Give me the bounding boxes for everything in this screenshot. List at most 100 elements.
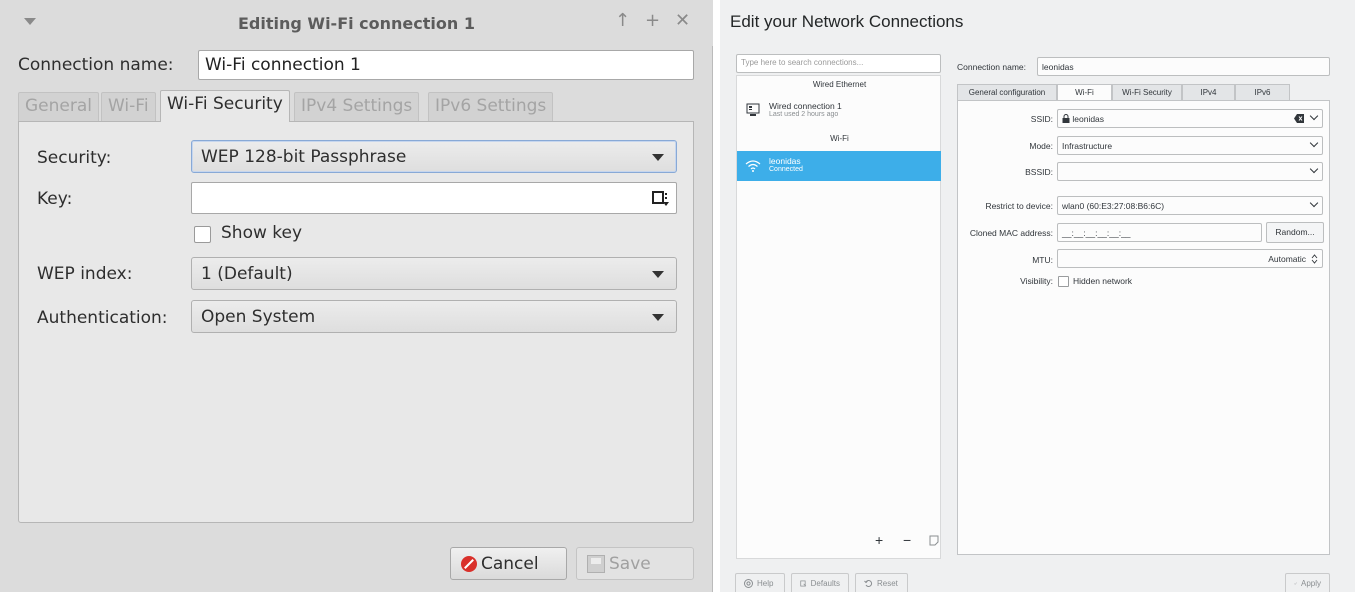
mtu-value: Automatic bbox=[1268, 254, 1306, 264]
restrict-device-combo[interactable]: wlan0 (60:E3:27:08:B6:6C) bbox=[1057, 196, 1323, 215]
cancel-button[interactable]: Cancel bbox=[450, 547, 567, 580]
help-label: Help bbox=[757, 579, 774, 588]
connection-status: Last used 2 hours ago bbox=[769, 111, 839, 118]
remove-connection-button[interactable]: − bbox=[903, 532, 911, 548]
kde-connections-window: Edit your Network Connections Type here … bbox=[720, 0, 1355, 592]
save-button[interactable]: Save bbox=[576, 547, 694, 580]
authentication-combo[interactable]: Open System bbox=[191, 300, 677, 333]
authentication-label: Authentication: bbox=[37, 308, 168, 328]
bssid-combo[interactable] bbox=[1057, 162, 1323, 181]
hidden-network-checkbox[interactable] bbox=[1058, 276, 1069, 287]
defaults-icon bbox=[800, 580, 807, 587]
key-label: Key: bbox=[37, 189, 73, 209]
lock-icon bbox=[1062, 114, 1070, 123]
cloned-mac-field[interactable]: __:__:__:__:__:__ bbox=[1057, 223, 1262, 242]
ssid-label: SSID: bbox=[1030, 114, 1053, 124]
cloned-mac-label: Cloned MAC address: bbox=[969, 228, 1053, 238]
connection-name-label: Connection name: bbox=[957, 62, 1026, 72]
chevron-down-icon bbox=[1309, 138, 1319, 148]
key-input[interactable] bbox=[191, 182, 677, 214]
spin-arrows-icon[interactable] bbox=[1311, 254, 1318, 264]
tab-wifi-security[interactable]: Wi-Fi Security bbox=[1112, 84, 1182, 101]
tab-wifi[interactable]: Wi-Fi bbox=[1057, 84, 1112, 101]
show-key-label: Show key bbox=[221, 223, 303, 243]
dropdown-arrow-icon bbox=[652, 154, 664, 161]
ssid-combo[interactable]: leonidas bbox=[1057, 109, 1323, 128]
tab-general[interactable]: General bbox=[18, 92, 99, 122]
mode-combo[interactable]: Infrastructure bbox=[1057, 136, 1323, 155]
security-combo-value: WEP 128-bit Passphrase bbox=[201, 147, 407, 167]
connection-name-input[interactable] bbox=[198, 50, 694, 80]
maximize-plus-icon[interactable]: + bbox=[645, 10, 660, 32]
tab-ipv4[interactable]: IPv4 bbox=[1182, 84, 1235, 101]
tab-ipv4-settings[interactable]: IPv4 Settings bbox=[294, 92, 420, 122]
bssid-label: BSSID: bbox=[1025, 167, 1053, 177]
save-button-label: Save bbox=[609, 553, 651, 574]
random-mac-button[interactable]: Random... bbox=[1266, 222, 1324, 243]
wired-icon bbox=[746, 103, 760, 116]
restrict-device-label: Restrict to device: bbox=[985, 201, 1053, 211]
help-icon bbox=[744, 579, 753, 588]
shade-up-icon[interactable]: ↑ bbox=[615, 10, 630, 32]
list-item-wired-connection[interactable]: Wired connection 1 Last used 2 hours ago bbox=[737, 96, 941, 126]
mode-value: Infrastructure bbox=[1062, 141, 1113, 151]
reset-icon bbox=[864, 580, 873, 587]
gtk-titlebar: Editing Wi-Fi connection 1 ↑ + ✕ bbox=[0, 0, 713, 46]
section-wired-ethernet: Wired Ethernet bbox=[812, 80, 867, 89]
defaults-label: Defaults bbox=[810, 579, 840, 588]
connection-list: Wired Ethernet Wired connection 1 Last u… bbox=[736, 75, 941, 559]
kde-window-title: Edit your Network Connections bbox=[730, 12, 964, 31]
gtk-dialog-window: Editing Wi-Fi connection 1 ↑ + ✕ Connect… bbox=[0, 0, 713, 592]
help-button[interactable]: Help bbox=[735, 573, 785, 592]
defaults-button[interactable]: Defaults bbox=[791, 573, 849, 592]
close-icon[interactable]: ✕ bbox=[675, 10, 690, 32]
tab-ipv6[interactable]: IPv6 bbox=[1235, 84, 1290, 101]
cancel-icon bbox=[461, 555, 477, 572]
wifi-tab-panel: SSID: leonidas Mode: Infrastructure BSSI… bbox=[957, 100, 1330, 555]
chevron-down-icon bbox=[1309, 111, 1319, 121]
wep-index-value: 1 (Default) bbox=[201, 264, 293, 284]
apply-button[interactable]: Apply bbox=[1285, 573, 1330, 592]
dropdown-arrow-icon bbox=[652, 271, 664, 278]
connection-name: leonidas bbox=[769, 156, 801, 166]
check-icon bbox=[1294, 582, 1297, 585]
mtu-label: MTU: bbox=[1032, 255, 1053, 265]
tab-general-configuration[interactable]: General configuration bbox=[957, 84, 1057, 101]
dropdown-arrow-icon bbox=[652, 314, 664, 321]
connection-name-field[interactable]: leonidas bbox=[1037, 57, 1330, 76]
connection-editor: Connection name: leonidas General config… bbox=[957, 56, 1330, 556]
apply-label: Apply bbox=[1300, 579, 1321, 588]
hidden-network-label: Hidden network bbox=[1073, 276, 1133, 286]
show-key-checkbox[interactable] bbox=[194, 226, 211, 243]
security-combo[interactable]: WEP 128-bit Passphrase bbox=[191, 140, 677, 173]
restrict-device-value: wlan0 (60:E3:27:08:B6:6C) bbox=[1062, 201, 1165, 211]
authentication-value: Open System bbox=[201, 307, 316, 327]
chevron-down-icon bbox=[1309, 164, 1319, 174]
connection-status: Connected bbox=[769, 166, 803, 173]
section-wifi: Wi-Fi bbox=[830, 134, 849, 143]
save-icon bbox=[587, 554, 605, 573]
wep-index-label: WEP index: bbox=[37, 264, 133, 284]
password-storage-icon[interactable] bbox=[652, 189, 670, 207]
gtk-window-title: Editing Wi-Fi connection 1 bbox=[238, 14, 475, 33]
reset-button[interactable]: Reset bbox=[855, 573, 908, 592]
list-item-leonidas[interactable]: leonidas Connected bbox=[737, 151, 941, 181]
mode-label: Mode: bbox=[1029, 141, 1053, 151]
export-icon[interactable] bbox=[929, 535, 939, 546]
tab-wifi[interactable]: Wi-Fi bbox=[101, 92, 156, 122]
mtu-spinbox[interactable]: Automatic bbox=[1057, 249, 1323, 268]
security-label: Security: bbox=[37, 148, 112, 168]
visibility-label: Visibility: bbox=[1020, 276, 1053, 286]
wifi-icon bbox=[745, 160, 761, 172]
clear-text-icon[interactable] bbox=[1294, 114, 1304, 123]
wifi-security-panel: Security: WEP 128-bit Passphrase Key: Sh… bbox=[18, 121, 694, 523]
search-connections-input[interactable]: Type here to search connections... bbox=[736, 54, 941, 73]
connection-name: Wired connection 1 bbox=[769, 101, 842, 111]
tab-wifi-security[interactable]: Wi-Fi Security bbox=[160, 90, 290, 122]
connection-name-label: Connection name: bbox=[18, 55, 174, 75]
ssid-value: leonidas bbox=[1072, 114, 1105, 124]
tab-ipv6-settings[interactable]: IPv6 Settings bbox=[428, 92, 554, 122]
add-connection-button[interactable]: + bbox=[875, 532, 883, 548]
reset-label: Reset bbox=[877, 579, 898, 588]
wep-index-combo[interactable]: 1 (Default) bbox=[191, 257, 677, 290]
